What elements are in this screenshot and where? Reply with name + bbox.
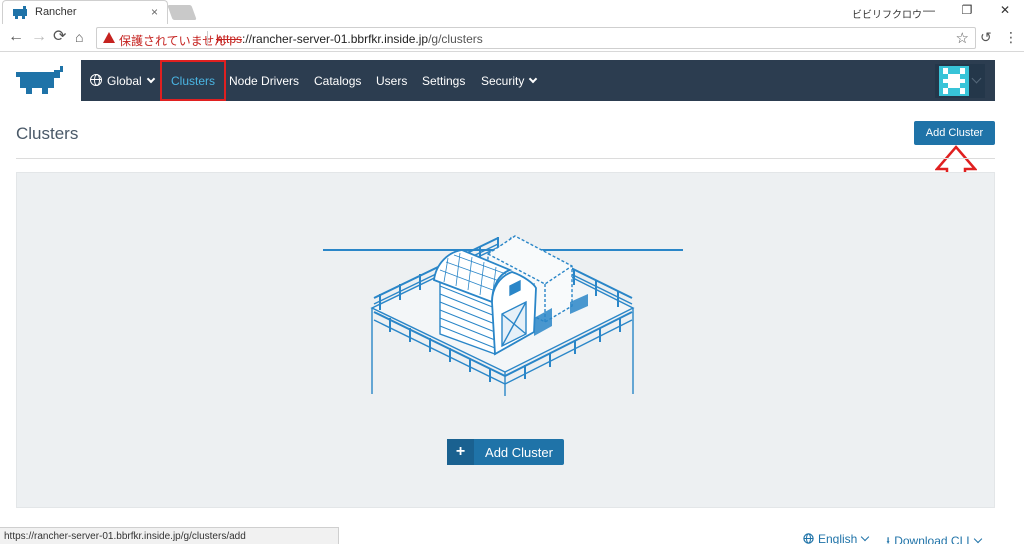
browser-tabstrip: Rancher × ビビリフクロウ — ❐ ✕ [0, 0, 1024, 24]
nav-security-label: Security [481, 74, 525, 88]
language-selector[interactable]: English [803, 532, 870, 544]
bookmark-star-icon[interactable]: ☆ [956, 29, 969, 47]
empty-state-add-cluster-button[interactable]: + Add Cluster [447, 439, 564, 465]
menu-dots-icon[interactable]: ⋮ [1004, 29, 1018, 45]
download-cli-label: Download CLI [894, 534, 970, 544]
restore-button[interactable]: ❐ [958, 3, 976, 19]
history-icon[interactable]: ↺ [980, 29, 992, 45]
omnibox-divider [207, 31, 208, 46]
tab-title: Rancher [35, 6, 77, 18]
chevron-down-icon [146, 74, 155, 84]
url-path: /g/clusters [428, 32, 483, 46]
reload-icon[interactable]: ⟳ [53, 29, 66, 45]
url-text[interactable]: https://rancher-server-01.bbrfkr.inside.… [216, 32, 483, 46]
nav-node-drivers[interactable]: Node Drivers [229, 74, 299, 88]
language-label: English [818, 532, 858, 544]
chevron-down-icon [861, 532, 870, 542]
page-title: Clusters [16, 124, 79, 143]
globe-icon [90, 74, 102, 86]
rancher-logo[interactable] [16, 66, 64, 96]
download-cli-link[interactable]: ⭳ Download CLI [886, 532, 982, 544]
barn-illustration-icon [323, 235, 683, 396]
nav-users[interactable]: Users [376, 74, 407, 88]
chevron-down-icon [529, 74, 538, 84]
add-cluster-button[interactable]: Add Cluster [914, 121, 995, 145]
scope-label: Global [107, 74, 142, 88]
header-divider [16, 158, 995, 159]
rancher-favicon-icon [13, 6, 27, 19]
browser-toolbar: ← → ⟳ ⌂ 保護されていません https://rancher-server… [0, 24, 1024, 52]
address-bar[interactable]: 保護されていません https://rancher-server-01.bbrf… [96, 27, 976, 49]
url-protocol: https [216, 32, 243, 46]
close-window-button[interactable]: ✕ [996, 3, 1014, 19]
user-menu[interactable] [935, 64, 985, 98]
tab-close-icon[interactable]: × [151, 5, 158, 19]
back-icon[interactable]: ← [8, 29, 24, 45]
nav-security[interactable]: Security [481, 74, 538, 88]
security-warning[interactable]: 保護されていません [119, 32, 226, 49]
browser-status-url: https://rancher-server-01.bbrfkr.inside.… [0, 527, 339, 544]
chevron-down-icon [971, 73, 982, 84]
forward-icon[interactable]: → [31, 29, 47, 45]
window-user-name[interactable]: ビビリフクロウ [852, 6, 922, 21]
warning-icon [103, 32, 115, 43]
avatar [939, 66, 969, 96]
download-icon: ⭳ [886, 534, 891, 544]
nav-catalogs[interactable]: Catalogs [314, 74, 361, 88]
url-host: ://rancher-server-01.bbrfkr.inside.jp [242, 32, 429, 46]
new-tab-button[interactable] [167, 5, 197, 20]
nav-settings[interactable]: Settings [422, 74, 465, 88]
chevron-down-icon [973, 534, 982, 544]
annotation-highlight-box [160, 60, 226, 101]
globe-icon [803, 533, 814, 544]
home-icon[interactable]: ⌂ [75, 29, 83, 45]
scope-selector[interactable]: Global [107, 74, 155, 88]
browser-tab[interactable]: Rancher × [2, 0, 168, 24]
plus-icon: + [447, 439, 474, 465]
empty-state-add-cluster-label: Add Cluster [485, 444, 553, 460]
minimize-button[interactable]: — [920, 3, 938, 19]
